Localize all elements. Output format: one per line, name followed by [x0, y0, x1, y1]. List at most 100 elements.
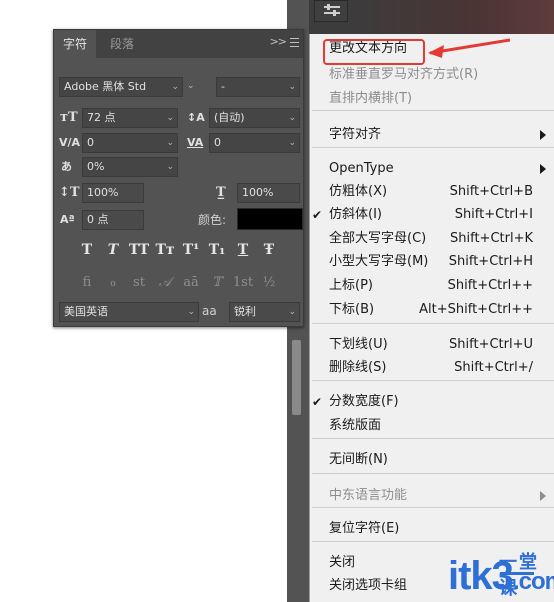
menu-item[interactable]: ✔ 分数宽度(F)	[310, 391, 554, 413]
type-style-buttons: T T TT Tт T¹ T₁ T Ŧ	[74, 239, 282, 261]
menu-item-shortcut: Shift+Ctrl+U	[449, 337, 533, 352]
menu-item[interactable]: 字符对齐	[310, 124, 554, 146]
red-arrow-icon	[428, 38, 511, 58]
opentype-button[interactable]: ½	[256, 272, 282, 294]
menu-item-label: OpenType	[329, 161, 394, 176]
menu-item-label: 标准垂直罗马对齐方式(R)	[329, 67, 479, 82]
menu-item[interactable]: 下标(B) Alt+Shift+Ctrl++	[310, 299, 554, 321]
leading-select[interactable]: (自动) ⌄	[209, 108, 300, 128]
chevron-down-icon: ⌄	[166, 138, 174, 148]
menu-item-label: 关闭	[329, 555, 356, 570]
menu-item-label: 关闭选项卡组	[329, 578, 408, 593]
tab-character[interactable]: 字符	[54, 30, 97, 58]
font-size-value: 72 点	[87, 111, 116, 124]
chevron-down-icon: ⌄	[288, 113, 296, 123]
menu-separator	[312, 380, 554, 381]
menu-separator	[312, 507, 554, 508]
horizontal-scale-value: 100%	[242, 186, 274, 199]
menu-item[interactable]: 仿粗体(X) Shift+Ctrl+B	[310, 181, 554, 203]
antialias-value: 锐利	[234, 305, 256, 318]
type-style-button[interactable]: TT	[126, 239, 152, 261]
color-swatch[interactable]	[237, 208, 303, 230]
chevron-down-icon: ⌄	[166, 113, 174, 123]
menu-separator	[312, 473, 554, 474]
menu-item[interactable]: 无间断(N)	[310, 449, 554, 471]
chevron-down-icon[interactable]: ⌄	[187, 76, 195, 96]
type-style-button[interactable]: T₁	[204, 239, 230, 261]
menu-item-label: 无间断(N)	[329, 452, 388, 467]
menu-item-shortcut: Shift+Ctrl+K	[450, 231, 533, 246]
opentype-button[interactable]: 𝒜	[152, 272, 178, 294]
vertical-scale-input[interactable]: 100%	[82, 183, 144, 203]
leading-value: (自动)	[214, 111, 245, 124]
font-size-select[interactable]: 72 点 ⌄	[82, 108, 178, 128]
submenu-arrow-icon	[540, 130, 546, 140]
font-family-value: Adobe 黑体 Std	[64, 80, 147, 93]
menu-item-shortcut: Shift+Ctrl++	[447, 278, 533, 293]
chevron-down-icon: ⌄	[288, 82, 296, 92]
language-select[interactable]: 美国英语 ⌄	[59, 302, 199, 322]
chevron-down-icon: ⌄	[288, 307, 296, 317]
hamburger-icon	[290, 37, 299, 47]
menu-item-label: 下标(B)	[329, 302, 375, 317]
tracking-select[interactable]: 0 ⌄	[209, 133, 300, 153]
opentype-button[interactable]: ℴ	[100, 272, 126, 294]
font-style-value: -	[221, 80, 225, 93]
menu-item[interactable]: OpenType	[310, 158, 554, 180]
opentype-button[interactable]: 𝕋	[204, 272, 230, 294]
kerning-icon: V/A	[59, 136, 81, 149]
antialias-icon: aa	[202, 304, 217, 318]
language-value: 美国英语	[64, 305, 108, 318]
type-style-button[interactable]: T	[100, 239, 126, 261]
menu-item: 直排内横排(T)	[310, 88, 554, 110]
baseline-shift-input[interactable]: 0 点	[82, 210, 144, 230]
menu-item-label: 系统版面	[329, 418, 382, 433]
type-style-button[interactable]: T	[230, 239, 256, 261]
menu-item[interactable]: 复位字符(E)	[310, 518, 554, 540]
tracking-value: 0	[214, 136, 221, 149]
menu-item[interactable]: 小型大写字母(M) Shift+Ctrl+H	[310, 251, 554, 273]
horizontal-scale-input[interactable]: 100%	[237, 183, 300, 203]
menu-item[interactable]: 删除线(S) Shift+Ctrl+/	[310, 357, 554, 379]
opentype-button[interactable]: aā	[178, 272, 204, 294]
properties-tool-icon[interactable]	[314, 0, 348, 22]
menu-separator	[312, 110, 554, 111]
checkmark-icon: ✔	[312, 395, 323, 409]
menu-item[interactable]: 全部大写字母(C) Shift+Ctrl+K	[310, 228, 554, 250]
menu-item[interactable]: 上标(P) Shift+Ctrl++	[310, 275, 554, 297]
menu-item[interactable]: 下划线(U) Shift+Ctrl+U	[310, 334, 554, 356]
scrollbar-thumb[interactable]	[292, 340, 301, 415]
menu-separator	[312, 147, 554, 148]
kerning-select[interactable]: 0 ⌄	[82, 133, 178, 153]
opentype-button[interactable]: st	[126, 272, 152, 294]
antialias-select[interactable]: 锐利 ⌄	[229, 302, 300, 322]
submenu-arrow-icon	[540, 164, 546, 174]
watermark-suffix: .com	[512, 568, 554, 595]
font-size-icon: ᴛT	[60, 110, 78, 125]
tsume-select[interactable]: 0% ⌄	[82, 157, 178, 177]
type-style-button[interactable]: T¹	[178, 239, 204, 261]
menu-item[interactable]: ✔ 仿斜体(I) Shift+Ctrl+I	[310, 204, 554, 226]
panel-collapse-label: >>	[269, 35, 287, 48]
opentype-button[interactable]: ﬁ	[74, 272, 100, 294]
watermark-text: itk3	[448, 554, 514, 598]
type-style-button[interactable]: T	[74, 239, 100, 261]
horizontal-scale-icon: T̲	[216, 185, 226, 200]
menu-item-label: 分数宽度(F)	[329, 394, 399, 409]
menu-item-label: 下划线(U)	[329, 337, 388, 352]
menu-item[interactable]: 系统版面	[310, 415, 554, 437]
type-style-button[interactable]: Tт	[152, 239, 178, 261]
menu-item-label: 全部大写字母(C)	[329, 231, 427, 246]
opentype-button[interactable]: 1st	[230, 272, 256, 294]
menu-item-shortcut: Shift+Ctrl+B	[449, 184, 533, 199]
font-style-select[interactable]: - ⌄	[216, 77, 300, 97]
font-family-select[interactable]: Adobe 黑体 Std ⌄	[59, 77, 183, 97]
baseline-shift-icon: Aª	[60, 213, 75, 226]
menu-item-shortcut: Shift+Ctrl+H	[448, 254, 533, 269]
panel-menu-button[interactable]: >>	[270, 35, 299, 48]
menu-item-shortcut: Alt+Shift+Ctrl++	[419, 302, 533, 317]
tab-paragraph[interactable]: 段落	[101, 30, 143, 58]
menu-item: 标准垂直罗马对齐方式(R)	[310, 64, 554, 86]
type-style-button[interactable]: Ŧ	[256, 239, 282, 261]
tsume-icon: あ	[61, 160, 72, 173]
